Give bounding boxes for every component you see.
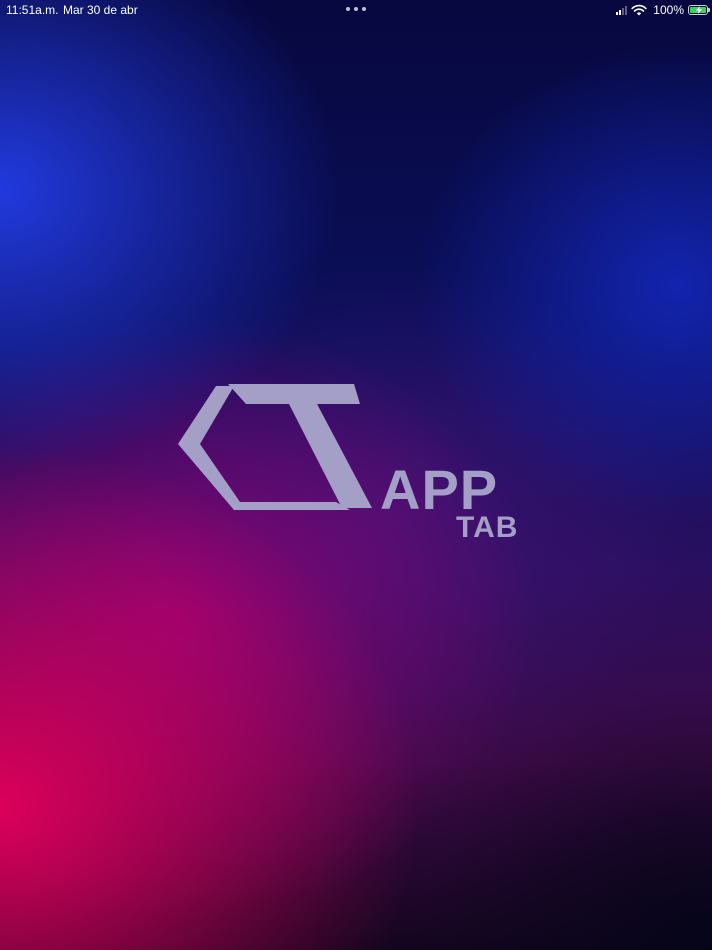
wifi-icon	[631, 4, 647, 16]
lightning-bolt-icon	[696, 6, 702, 14]
multitasking-dots-icon[interactable]	[346, 7, 366, 12]
status-bar: 11:51a.m. Mar 30 de abr 100%	[0, 0, 712, 20]
cellular-signal-icon	[616, 5, 628, 15]
battery-charging-icon	[688, 5, 710, 15]
logo-text-tab: TAB	[456, 511, 519, 544]
battery-percent: 100%	[653, 3, 684, 17]
status-indicators: 100%	[616, 2, 710, 18]
logo-text-app: APP	[380, 458, 499, 521]
status-date: Mar 30 de abr	[63, 3, 138, 17]
status-time: 11:51a.m.	[6, 3, 59, 17]
ct-logo-mark-icon	[178, 384, 372, 510]
app-logo: APP TAB	[176, 380, 538, 545]
